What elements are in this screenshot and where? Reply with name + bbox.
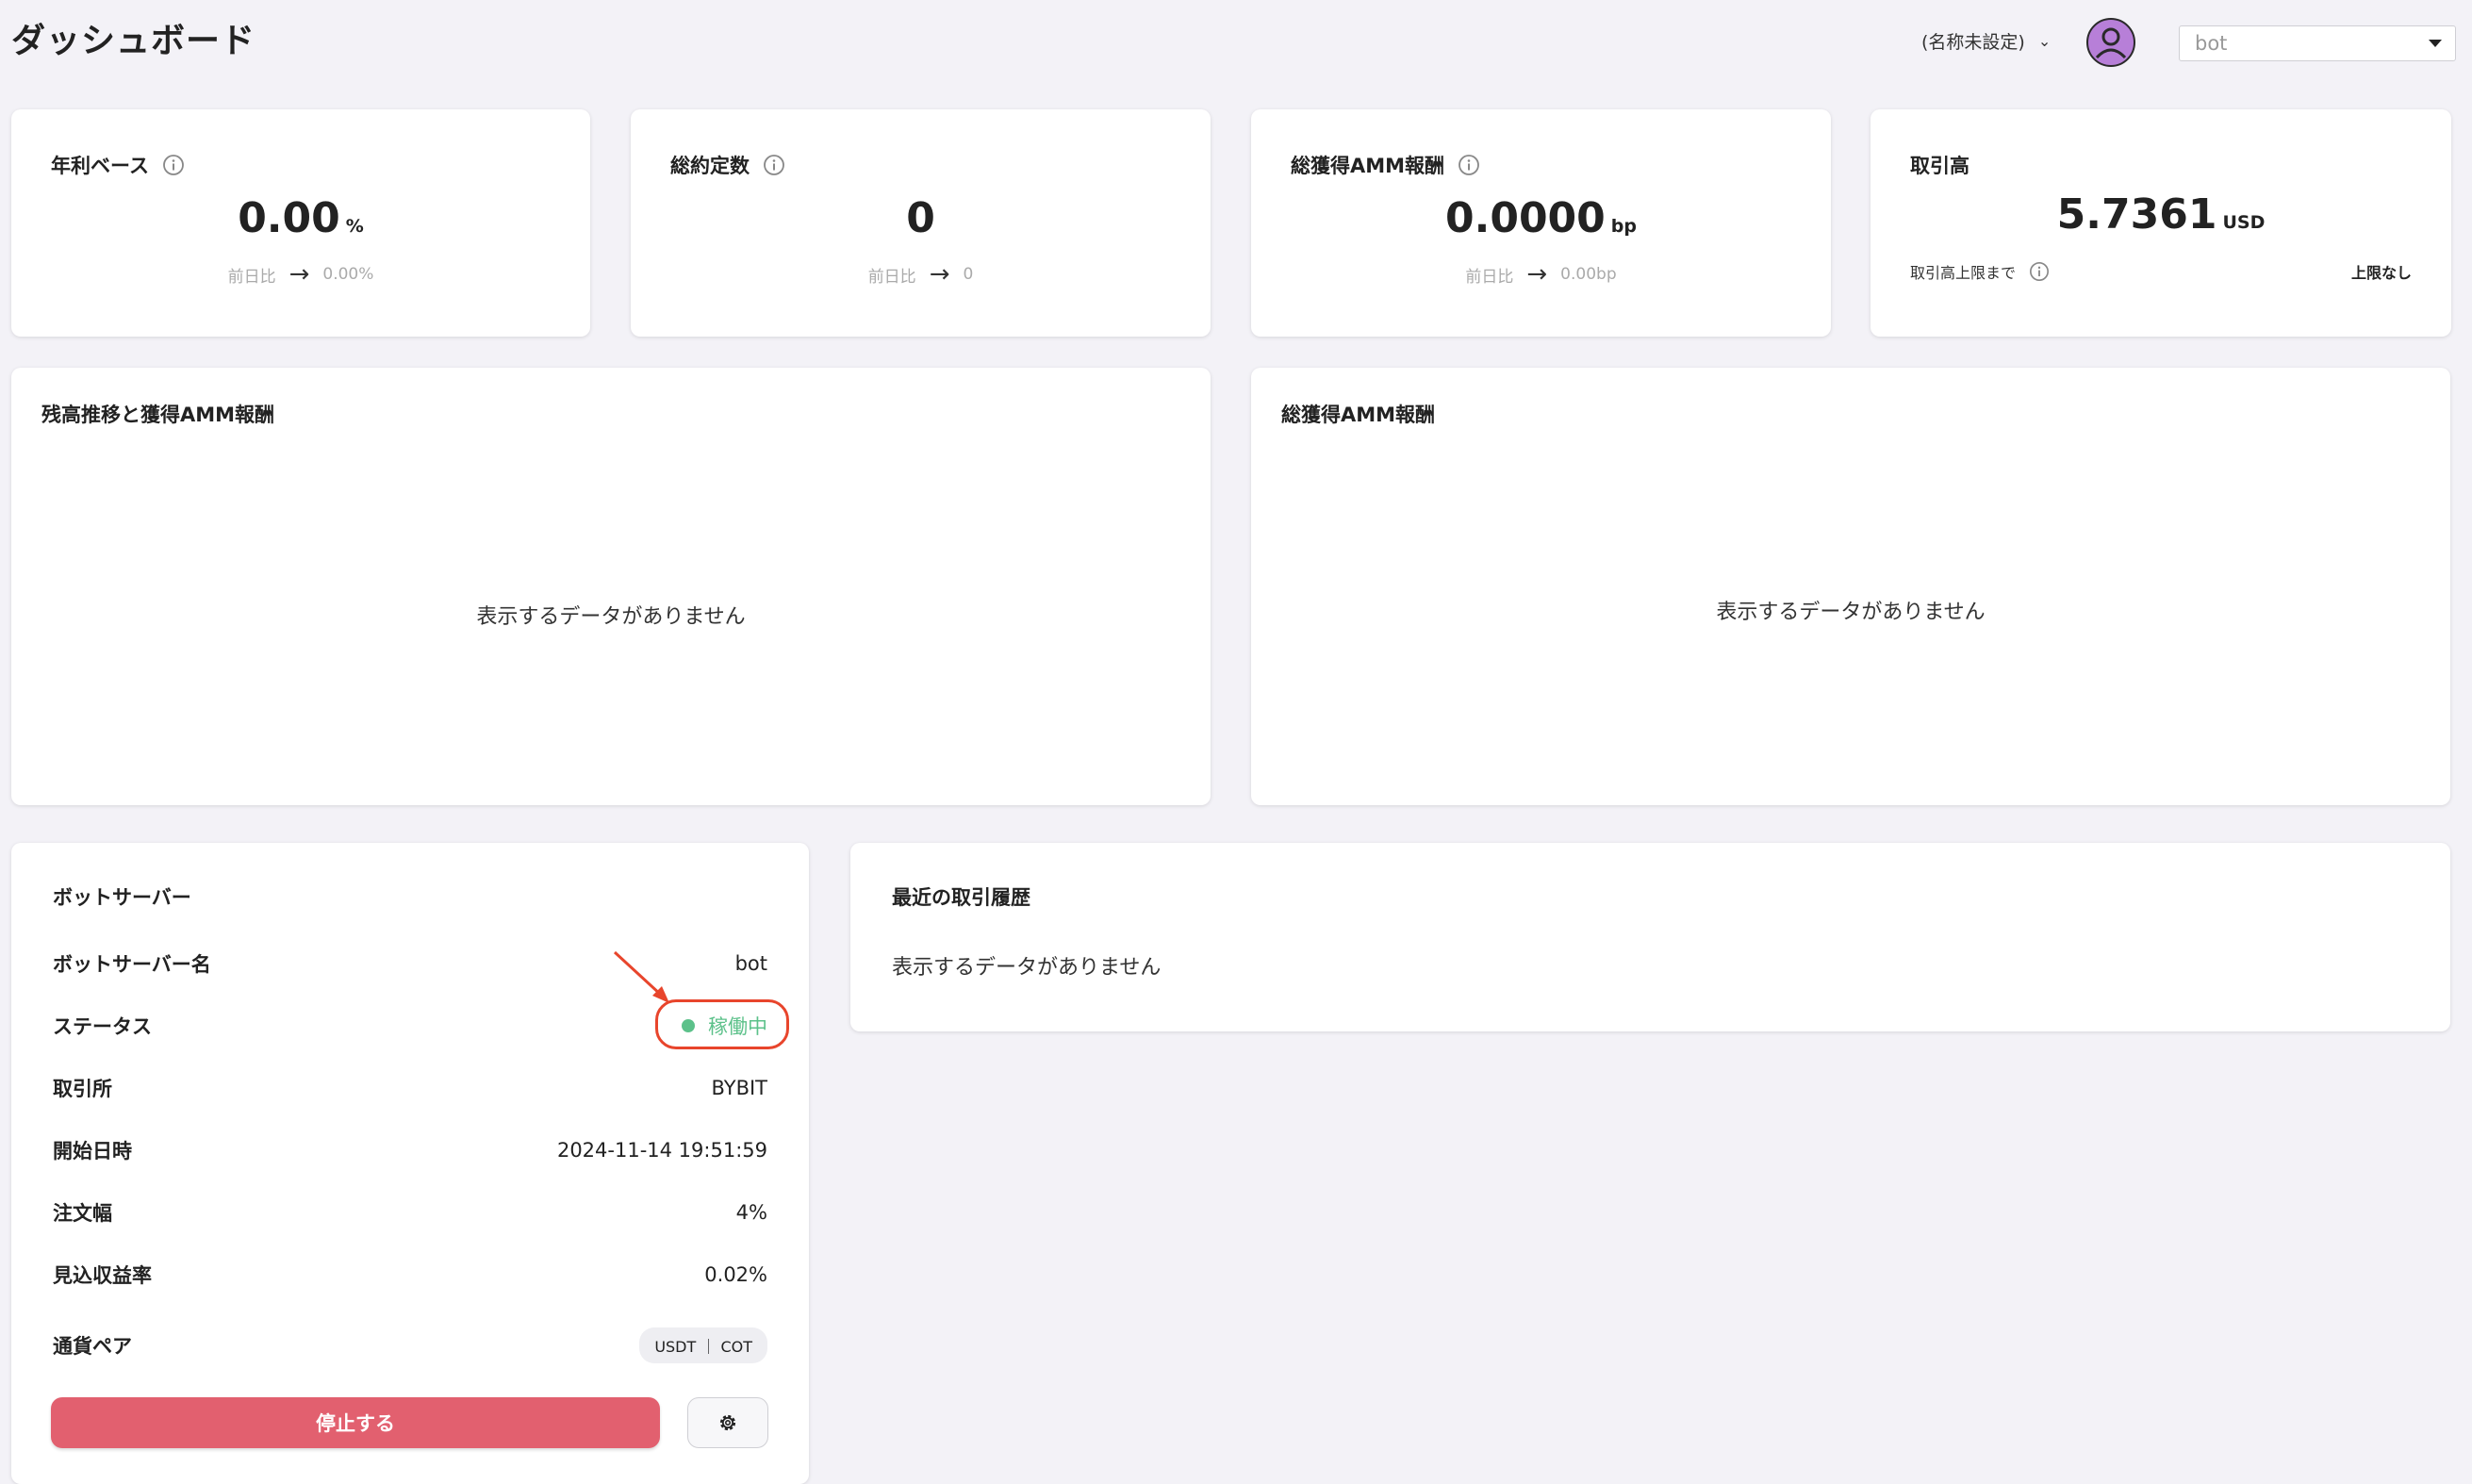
kv-key: ボットサーバー名 bbox=[53, 953, 211, 976]
kpi-unit: USD bbox=[2222, 212, 2266, 233]
panel-title: 総獲得AMM報酬 bbox=[1281, 404, 1436, 426]
compare-value: 0.00% bbox=[322, 265, 374, 284]
kpi-value: 0.0000 bbox=[1445, 194, 1606, 242]
panel-title: ボットサーバー bbox=[53, 886, 191, 909]
empty-message: 表示するデータがありません bbox=[1716, 601, 1986, 624]
annotation-arrow-icon bbox=[613, 950, 669, 1003]
user-avatar-icon[interactable] bbox=[2086, 18, 2135, 67]
compare-label: 前日比 bbox=[867, 267, 916, 287]
kv-row-start-time: 開始日時 2024-11-14 19:51:59 bbox=[53, 1136, 767, 1164]
volume-limit-value: 上限なし bbox=[2350, 264, 2412, 282]
panel-title: 残高推移と獲得AMM報酬 bbox=[41, 404, 275, 426]
kpi-label: 総獲得AMM報酬 bbox=[1291, 155, 1445, 177]
compare-value: 0 bbox=[963, 265, 974, 284]
compare-label: 前日比 bbox=[227, 267, 276, 287]
kv-value: 0.02% bbox=[704, 1263, 767, 1286]
bot-select[interactable]: bot bbox=[2179, 25, 2456, 61]
kpi-value: 0 bbox=[906, 194, 935, 242]
kv-row-order-width: 注文幅 4% bbox=[53, 1198, 767, 1227]
kpi-unit: % bbox=[345, 216, 364, 237]
kpi-card-fills: 総約定数 0 前日比 → 0 bbox=[631, 109, 1211, 337]
settings-button[interactable] bbox=[687, 1397, 768, 1448]
kv-key: 見込収益率 bbox=[53, 1264, 152, 1287]
kv-key: 開始日時 bbox=[53, 1140, 132, 1162]
kpi-label: 取引高 bbox=[1910, 155, 1969, 177]
kv-value: 4% bbox=[735, 1201, 767, 1224]
page-title: ダッシュボード bbox=[11, 22, 256, 60]
kpi-card-volume: 取引高 5.7361 USD 取引高上限まで 上限なし bbox=[1870, 109, 2451, 337]
status-highlight bbox=[655, 999, 789, 1049]
kv-value: bot bbox=[734, 952, 767, 975]
kv-key: 通貨ペア bbox=[53, 1335, 132, 1358]
balance-chart-panel: 残高推移と獲得AMM報酬 表示するデータがありません bbox=[11, 368, 1211, 805]
kpi-unit: bp bbox=[1610, 216, 1637, 237]
kv-key: 取引所 bbox=[53, 1078, 112, 1100]
info-icon[interactable] bbox=[2029, 261, 2050, 282]
kv-key: ステータス bbox=[53, 1015, 152, 1038]
kv-value: 2024-11-14 19:51:59 bbox=[556, 1139, 767, 1162]
kv-key: 注文幅 bbox=[53, 1202, 112, 1225]
gear-icon bbox=[719, 1414, 736, 1431]
empty-message: 表示するデータがありません bbox=[476, 605, 746, 629]
stop-button[interactable]: 停止する bbox=[51, 1397, 660, 1448]
caret-down-icon bbox=[2429, 40, 2442, 47]
amm-reward-panel: 総獲得AMM報酬 表示するデータがありません bbox=[1251, 368, 2450, 805]
empty-message: 表示するデータがありません bbox=[892, 956, 1162, 980]
workspace-switcher[interactable]: (名称未設定) ⌄ bbox=[1921, 28, 2051, 54]
chevron-down-icon: ⌄ bbox=[2037, 32, 2052, 50]
kpi-value: 5.7361 bbox=[2056, 190, 2217, 239]
kpi-card-annual: 年利ベース 0.00% 前日比 → 0.00% bbox=[11, 109, 590, 337]
info-icon[interactable] bbox=[1458, 154, 1480, 176]
info-icon[interactable] bbox=[763, 154, 785, 176]
arrow-right-icon: → bbox=[929, 260, 950, 289]
kpi-label: 年利ベース bbox=[51, 155, 149, 177]
trade-history-panel: 最近の取引履歴 表示するデータがありません bbox=[850, 843, 2450, 1031]
kpi-value: 0.00 bbox=[238, 194, 340, 242]
compare-value: 0.00bp bbox=[1560, 265, 1617, 284]
info-icon[interactable] bbox=[162, 154, 185, 176]
kv-value: BYBIT bbox=[711, 1077, 767, 1099]
bot-server-panel: ボットサーバー ボットサーバー名 bot ステータス 稼働中 取引所 BYBIT… bbox=[11, 843, 809, 1484]
currency-pair-badge: USDT ｜ COT bbox=[639, 1327, 767, 1363]
arrow-right-icon: → bbox=[1526, 260, 1548, 289]
volume-limit-label: 取引高上限まで bbox=[1910, 264, 2017, 282]
kv-row-expected-yield: 見込収益率 0.02% bbox=[53, 1261, 767, 1289]
kv-row-currency-pair: 通貨ペア USDT ｜ COT bbox=[53, 1327, 767, 1363]
kv-row-exchange: 取引所 BYBIT bbox=[53, 1074, 767, 1102]
bot-select-value: bot bbox=[2195, 32, 2228, 55]
compare-label: 前日比 bbox=[1465, 267, 1514, 287]
arrow-right-icon: → bbox=[288, 260, 310, 289]
workspace-name: (名称未設定) bbox=[1921, 32, 2025, 53]
panel-title: 最近の取引履歴 bbox=[892, 886, 1030, 909]
kpi-card-amm-reward: 総獲得AMM報酬 0.0000 bp 前日比 → 0.00bp bbox=[1251, 109, 1831, 337]
kpi-label: 総約定数 bbox=[670, 155, 750, 177]
